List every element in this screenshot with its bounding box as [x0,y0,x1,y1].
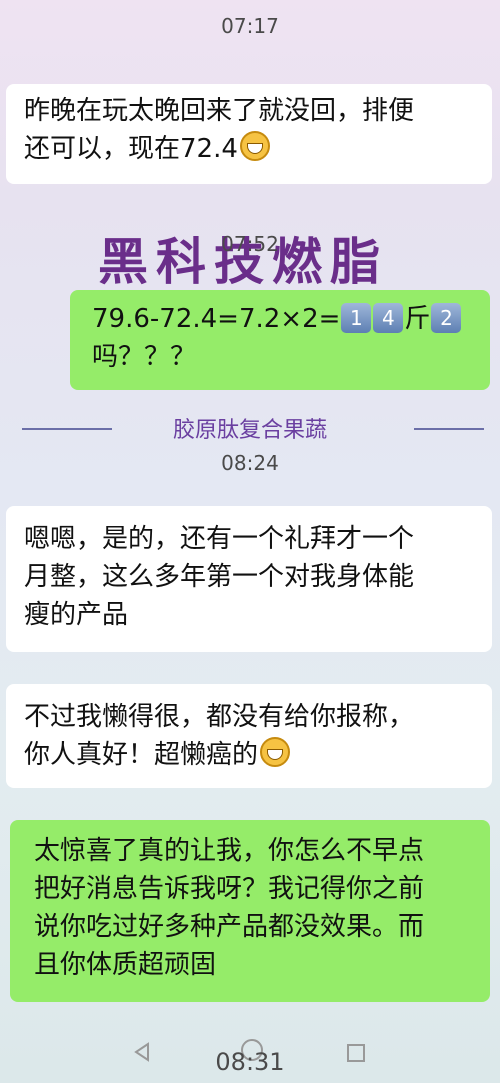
timestamp: 08:31 [215,1048,285,1076]
message-text: 昨晚在玩太晚回来了就没回，排便 [24,96,415,126]
message-text: 太惊喜了真的让我，你怎么不早点 [34,836,425,866]
message-text: 且你体质超顽固 [34,950,217,980]
keycap-digit: 2 [431,303,462,333]
message-bubble-sent[interactable]: 79.6-72.4=7.2×2= 1 4 斤 2 吗？？？ [70,290,490,390]
message-text: 把好消息告诉我呀？我记得你之前 [34,874,425,904]
message-bubble-received[interactable]: 昨晚在玩太晚回来了就没回，排便 还可以，现在72.4 [6,84,492,184]
message-bubble-received[interactable]: 嗯嗯，是的，还有一个礼拜才一个 月整，这么多年第一个对我身体能 瘦的产品 [6,506,492,652]
keycap-digit: 1 [341,303,372,333]
message-text: 说你吃过好多种产品都没效果。而 [34,912,425,942]
message-bubble-received[interactable]: 不过我懒得很，都没有给你报称， 你人真好！超懒癌的 [6,684,492,788]
grinning-face-emoji-icon [239,131,270,161]
timestamp: 07:52 [221,232,279,256]
grinning-face-emoji-icon [260,737,291,767]
message-text: 嗯嗯，是的，还有一个礼拜才一个 [24,524,415,554]
message-text: 79.6-72.4=7.2×2= [92,304,341,334]
message-text: 不过我懒得很，都没有给你报称， [24,702,415,732]
message-text: 月整，这么多年第一个对我身体能 [24,562,415,592]
unit-text: 斤 [404,304,431,334]
timestamp: 07:17 [221,14,279,38]
timestamp: 08:24 [221,451,279,475]
message-bubble-sent[interactable]: 太惊喜了真的让我，你怎么不早点 把好消息告诉我呀？我记得你之前 说你吃过好多种产… [10,820,490,1002]
watermark-caption: 胶原肽复合果蔬 [172,418,327,443]
message-text: 你人真好！超懒癌的 [24,740,259,770]
message-text: 吗？？？ [92,342,197,372]
message-text: 还可以，现在72.4 [24,134,238,164]
keycap-digit: 4 [373,303,404,333]
message-text: 瘦的产品 [24,600,129,630]
